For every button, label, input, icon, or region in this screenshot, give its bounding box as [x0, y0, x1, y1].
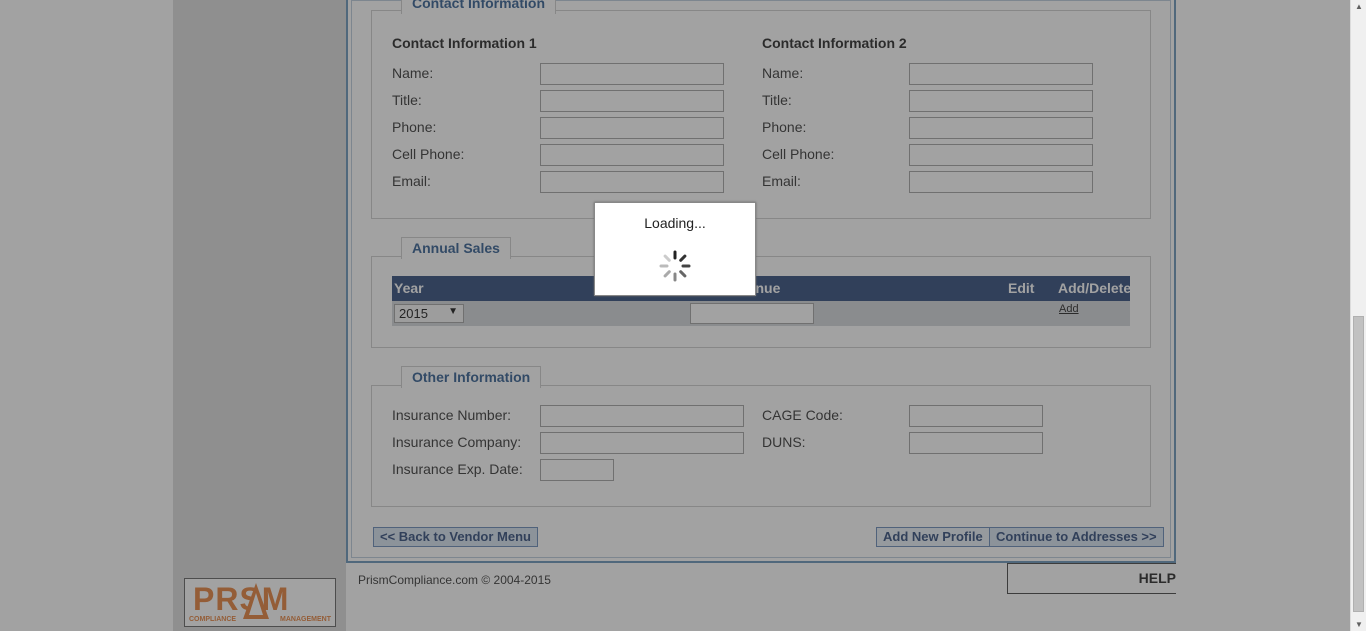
- modal-overlay: [0, 0, 1350, 631]
- loading-dialog: Loading...: [594, 202, 756, 296]
- loading-text: Loading...: [644, 215, 706, 231]
- spinner-icon: [659, 250, 691, 282]
- scroll-up-arrow-icon[interactable]: ▲: [1355, 2, 1363, 11]
- scroll-thumb[interactable]: [1353, 316, 1364, 612]
- vertical-scrollbar[interactable]: ▲ ▼: [1350, 0, 1366, 631]
- scroll-down-arrow-icon[interactable]: ▼: [1355, 620, 1363, 629]
